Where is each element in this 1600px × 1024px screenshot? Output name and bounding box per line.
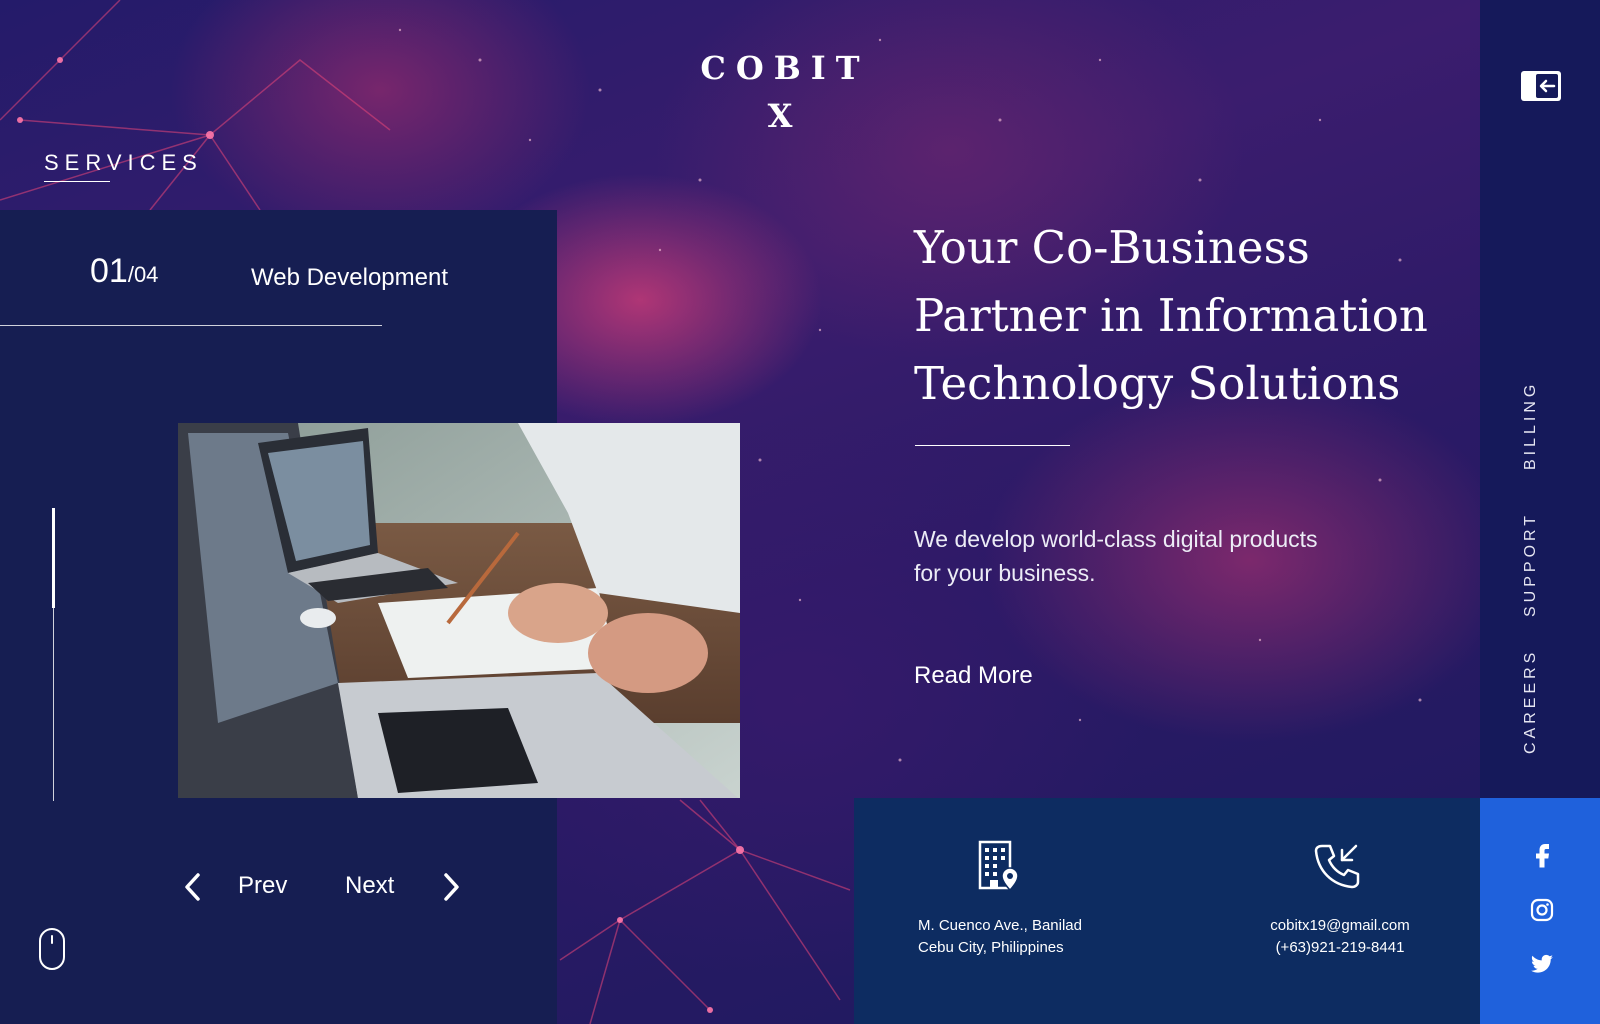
nav-item-billing[interactable]: BILLING	[1522, 376, 1562, 474]
contact-phone[interactable]: (+63)921-219-8441	[1262, 937, 1418, 959]
vertical-nav: BILLING SUPPORT CAREERS	[1522, 0, 1562, 798]
prev-button[interactable]: Prev	[238, 872, 287, 900]
building-location-icon	[978, 840, 1019, 892]
facebook-icon[interactable]	[1530, 840, 1554, 868]
hero-headline-line3: Technology Solutions	[914, 357, 1401, 410]
address-text: M. Cuenco Ave., Banilad Cebu City, Phili…	[918, 915, 1082, 959]
contact-email[interactable]: cobitx19@gmail.com	[1262, 915, 1418, 937]
hero-headline-line1: Your Co-Business	[914, 221, 1310, 274]
address-line1: M. Cuenco Ave., Banilad	[918, 917, 1082, 934]
brand-logo[interactable]: COBIT X	[700, 44, 870, 140]
logo-line2: X	[767, 97, 803, 135]
phone-incoming-icon	[1314, 844, 1360, 889]
hero-tagline-line1: We develop world-class digital products	[914, 526, 1318, 552]
nav-item-careers[interactable]: CAREERS	[1522, 644, 1562, 758]
address-line2: Cebu City, Philippines	[918, 939, 1064, 956]
chevron-left-icon[interactable]	[180, 870, 206, 904]
slide-counter: 01/04	[90, 252, 158, 291]
contact-panel	[854, 798, 1480, 1024]
headline-divider	[915, 445, 1070, 446]
next-button[interactable]: Next	[345, 872, 394, 900]
nav-item-support[interactable]: SUPPORT	[1522, 506, 1562, 622]
section-label-underline	[44, 181, 110, 182]
panel-divider	[0, 325, 382, 326]
slide-index: 01	[90, 252, 128, 290]
hero-headline-line2: Partner in Information	[914, 289, 1428, 342]
contact-text: cobitx19@gmail.com (+63)921-219-8441	[1262, 915, 1418, 959]
slide-progress-thumb	[52, 508, 55, 608]
hero-headline: Your Co-Business Partner in Information …	[914, 214, 1454, 418]
mouse-scroll-icon	[39, 928, 65, 970]
hero-tagline-line2: for your business.	[914, 560, 1096, 586]
section-label: SERVICES	[44, 150, 203, 175]
hero-tagline: We develop world-class digital products …	[914, 522, 1394, 590]
read-more-link[interactable]: Read More	[914, 662, 1033, 690]
service-image	[178, 423, 740, 798]
instagram-icon[interactable]	[1530, 898, 1554, 922]
chevron-right-icon[interactable]	[438, 870, 464, 904]
service-title: Web Development	[251, 264, 448, 291]
twitter-icon[interactable]	[1530, 954, 1554, 976]
slide-total: /04	[127, 262, 159, 287]
logo-line1: COBIT	[700, 49, 870, 87]
